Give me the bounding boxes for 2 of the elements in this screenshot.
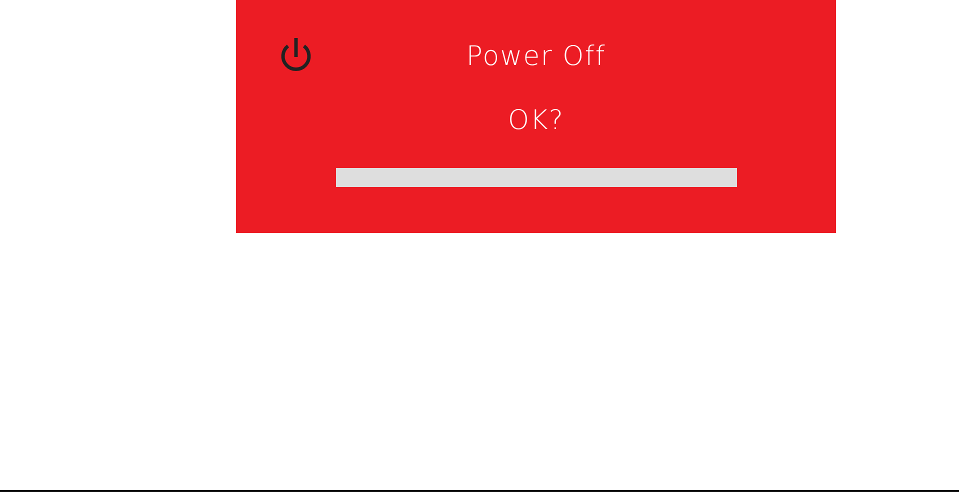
dialog-title: Power Off [466,40,606,72]
confirm-prompt: OK? [508,105,564,136]
